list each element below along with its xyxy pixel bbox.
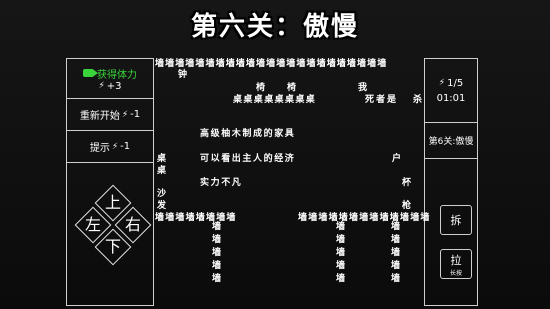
lightning-icon: ⚡ [438, 78, 446, 88]
stamina-label: 获得体力 [97, 69, 137, 81]
restart-button[interactable]: 重新开始 ⚡ -1 [67, 99, 153, 131]
text-line-2[interactable]: 可以看出主人的经济 [200, 151, 295, 164]
pull-button[interactable]: 拉 长按 [440, 249, 472, 279]
word-cup[interactable]: 杯 [402, 175, 412, 188]
timer: 01:01 [436, 92, 466, 104]
text-line-3[interactable]: 实力不凡 [200, 175, 242, 188]
dpad-down-label: 下 [104, 237, 121, 256]
level-name-cell: 第6关:傲慢 [425, 123, 477, 159]
status-cell: ⚡ 1/5 01:01 [425, 59, 477, 123]
dpad: 上 左 右 下 [70, 184, 156, 272]
top-wall[interactable]: 墙墙墙墙墙墙墙墙墙墙墙墙墙墙墙墙墙墙墙墙墙墙墙 [155, 56, 387, 69]
text-line-1[interactable]: 高级柚木制成的家具 [200, 126, 295, 139]
lightning-icon: ⚡ [121, 109, 129, 120]
get-stamina-button[interactable]: 获得体力 ⚡ +3 [67, 59, 153, 99]
hint-label: 提示 [89, 143, 110, 154]
dpad-right-label: 右 [124, 215, 141, 234]
bottom-wall-left[interactable]: 墙墙墙墙墙墙墙墙 [155, 210, 237, 223]
wall-column-b[interactable]: 墙墙墙墙墙 [336, 221, 346, 286]
game-board: 墙墙墙墙墙墙墙墙墙墙墙墙墙墙墙墙墙墙墙墙墙墙墙 钟 椅 椅 我 桌桌桌桌桌桌桌桌… [155, 55, 429, 309]
energy-count: 1/5 [447, 77, 464, 89]
level-title: 第六关：傲慢 [190, 12, 359, 42]
word-kill[interactable]: 杀 [413, 92, 423, 105]
stamina-bonus: +3 [106, 80, 122, 92]
level-name: 第6关:傲慢 [428, 137, 474, 147]
word-zhuo-2[interactable]: 桌 [157, 163, 167, 176]
pull-sub-label: 长按 [449, 269, 462, 277]
right-panel: ⚡ 1/5 01:01 第6关:傲慢 拆 拉 长按 [424, 58, 478, 306]
word-hu[interactable]: 户 [392, 151, 402, 164]
game-stage: 第六关：傲慢 获得体力 ⚡ +3 重新开始 ⚡ -1 提示 ⚡ -1 上 左 右 下 [0, 0, 550, 309]
lightning-icon: ⚡ [98, 81, 105, 91]
hint-cost: -1 [120, 141, 131, 152]
dpad-up-label: 上 [104, 193, 121, 212]
wall-column-c[interactable]: 墙墙墙墙墙 [391, 221, 401, 286]
split-label: 拆 [450, 214, 462, 227]
word-clock[interactable]: 钟 [178, 67, 188, 80]
split-button[interactable]: 拆 [440, 205, 472, 235]
video-icon [83, 69, 98, 77]
hint-button[interactable]: 提示 ⚡ -1 [67, 131, 153, 163]
wall-column-a[interactable]: 墙墙墙墙墙 [212, 221, 222, 286]
restart-label: 重新开始 [79, 111, 120, 122]
word-dead[interactable]: 死者是 [365, 92, 398, 105]
lightning-icon: ⚡ [111, 141, 119, 152]
dpad-left-label: 左 [84, 215, 101, 234]
pull-label: 拉 [450, 253, 462, 267]
bottom-wall-right[interactable]: 墙墙墙墙墙墙墙墙墙墙墙墙墙 [298, 210, 431, 223]
restart-cost: -1 [130, 109, 141, 120]
word-tables[interactable]: 桌桌桌桌桌桌桌桌 [233, 92, 316, 105]
